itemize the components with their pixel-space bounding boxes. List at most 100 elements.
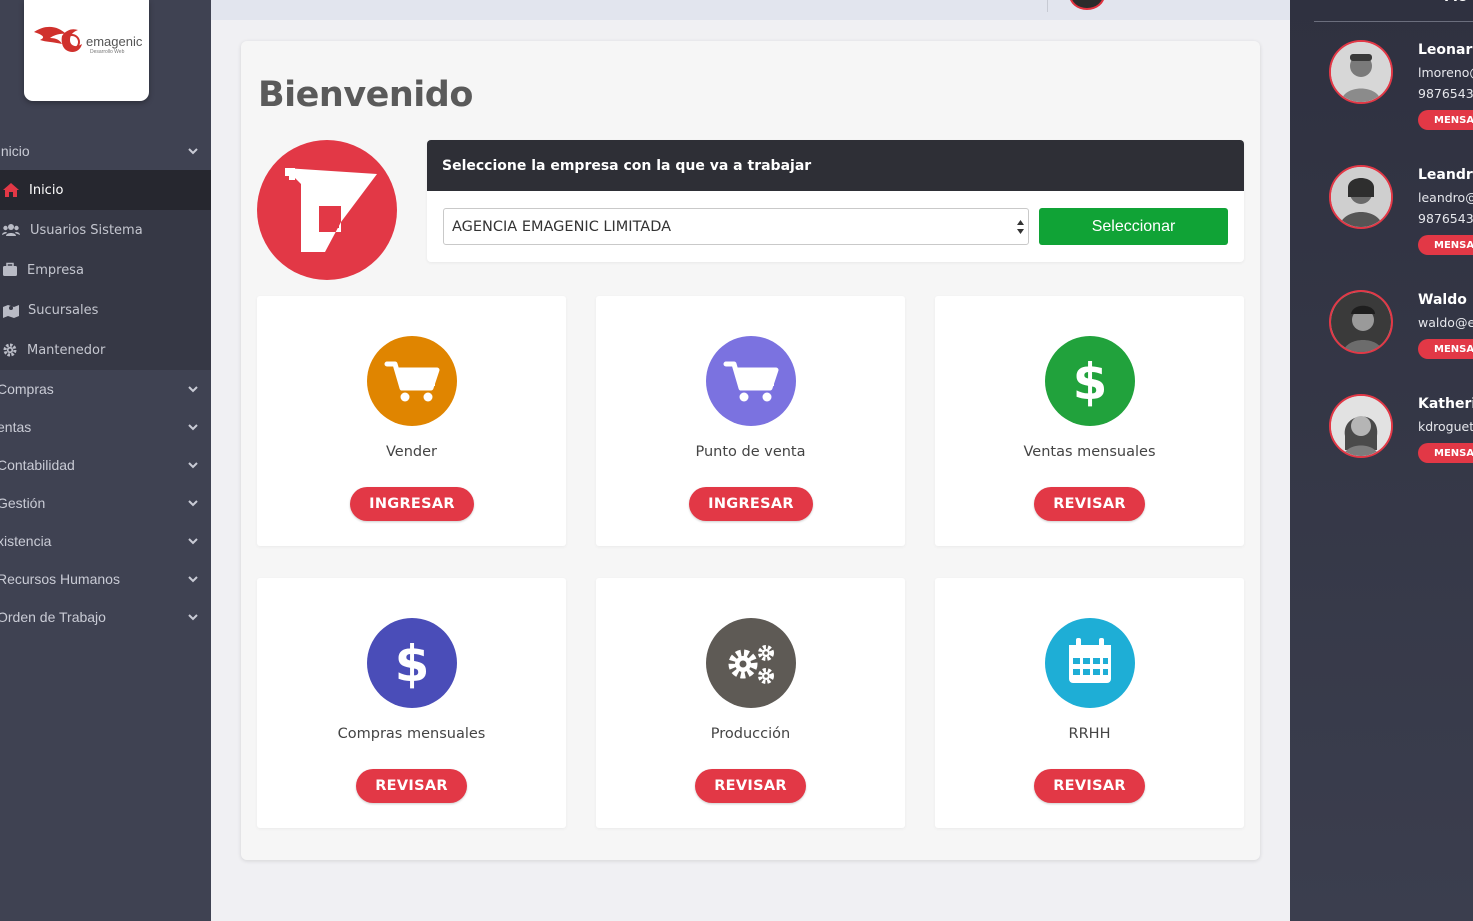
contact-item[interactable]: Leandro leandro@ 9876543 MENSA (1290, 165, 1473, 265)
revisar-button[interactable]: REVISAR (695, 769, 806, 803)
tile-icon-circle (706, 618, 796, 708)
user-avatar[interactable] (1069, 0, 1105, 10)
nav-group-label: Compras (0, 381, 54, 397)
tile-compras-mensuales: $ Compras mensuales REVISAR (257, 578, 566, 828)
contact-email: leandro@ (1418, 190, 1473, 205)
tile-icon-circle (1045, 618, 1135, 708)
message-button[interactable]: MENSA (1418, 110, 1473, 130)
nav-group-label: Contabilidad (0, 457, 75, 473)
tile-icon-circle: $ (1045, 336, 1135, 426)
company-select[interactable]: AGENCIA EMAGENIC LIMITADA (443, 208, 1029, 245)
contacts-panel-title: Mo (1444, 0, 1468, 5)
tile-rrhh: RRHH REVISAR (935, 578, 1244, 828)
company-logo (257, 140, 397, 280)
sidebar-item-empresa[interactable]: Empresa (0, 250, 211, 290)
message-button[interactable]: MENSA (1418, 339, 1473, 359)
tile-punto-de-venta: Punto de venta INGRESAR (596, 296, 905, 546)
nav-group-label: Orden de Trabajo (0, 609, 106, 625)
nav-group-inicio[interactable]: Inicio (0, 132, 211, 170)
sidebar-item-mantenedor[interactable]: Mantenedor (0, 330, 211, 370)
nav-group-existencia[interactable]: xistencia (0, 522, 211, 560)
company-logo-icon (285, 168, 377, 252)
contact-phone: 9876543 (1418, 211, 1473, 226)
select-company-button[interactable]: Seleccionar (1039, 208, 1228, 245)
sidebar-item-inicio[interactable]: Inicio (0, 170, 211, 210)
ingresar-button[interactable]: INGRESAR (689, 487, 813, 521)
gears-icon (728, 645, 774, 684)
sidebar-item-label: Empresa (27, 262, 84, 278)
brand-name: emagenic (86, 34, 143, 49)
nav-group-orden-de-trabajo[interactable]: Orden de Trabajo (0, 598, 211, 636)
sidebar-item-usuarios[interactable]: Usuarios Sistema (0, 210, 211, 250)
nav-group-label: xistencia (0, 533, 52, 549)
avatar-photo (1331, 167, 1391, 227)
tile-name: Vender (386, 444, 437, 460)
bird-logo-icon (34, 26, 82, 52)
sidebar-item-label: Sucursales (28, 302, 99, 318)
contact-email: kdroguet (1418, 419, 1473, 434)
topbar-divider (1047, 0, 1048, 12)
nav-group-contabilidad[interactable]: Contabilidad (0, 446, 211, 484)
chevron-down-icon (188, 576, 198, 583)
contact-item[interactable]: Leonardo lmoreno@ 9876543 MENSA (1290, 40, 1473, 140)
select-arrows-icon (1017, 220, 1024, 234)
tile-name: Compras mensuales (337, 726, 486, 742)
contact-item[interactable]: Katherin kdroguet MENSA (1290, 394, 1473, 494)
sidebar-item-label: Usuarios Sistema (30, 222, 143, 238)
contact-phone: 9876543 (1418, 86, 1473, 101)
chevron-down-icon (188, 148, 198, 155)
contact-name: Leonardo (1418, 42, 1473, 58)
brand-tagline: Desarrollo Web (90, 49, 125, 55)
cart-icon (384, 361, 440, 402)
contact-name: Waldo F (1418, 292, 1473, 308)
avatar (1329, 394, 1393, 458)
svg-text:$: $ (395, 635, 430, 693)
avatar-photo (1331, 396, 1391, 456)
ingresar-button[interactable]: INGRESAR (350, 487, 474, 521)
message-button[interactable]: MENSA (1418, 443, 1473, 463)
home-icon (3, 183, 19, 197)
chevron-down-icon (188, 538, 198, 545)
gear-icon (3, 343, 17, 357)
nav-group-gestion[interactable]: Gestión (0, 484, 211, 522)
sidebar-item-sucursales[interactable]: Sucursales (0, 290, 211, 330)
nav-group-label: Gestión (0, 495, 46, 511)
message-button[interactable]: MENSA (1418, 235, 1473, 255)
nav-group-label: Recursos Humanos (0, 571, 120, 587)
nav-group-label: entas (0, 419, 32, 435)
tile-vender: Vender INGRESAR (257, 296, 566, 546)
revisar-button[interactable]: REVISAR (1034, 769, 1145, 803)
nav-group-ventas[interactable]: entas (0, 408, 211, 446)
sidebar-item-label: Inicio (29, 182, 64, 198)
map-icon (3, 305, 19, 318)
tile-icon-circle: $ (367, 618, 457, 708)
company-select-panel: Seleccione la empresa con la que va a tr… (427, 140, 1244, 262)
chevron-down-icon (188, 386, 198, 393)
contact-name: Leandro (1418, 167, 1473, 183)
dollar-icon: $ (395, 635, 430, 693)
users-icon (2, 224, 20, 236)
tile-name: Ventas mensuales (1023, 444, 1156, 460)
sidebar-item-label: Mantenedor (27, 342, 106, 358)
svg-text:$: $ (1073, 353, 1108, 411)
brand-logo[interactable]: emagenic Desarrollo Web (24, 0, 149, 101)
page-title: Bienvenido (258, 75, 473, 115)
chevron-down-icon (188, 462, 198, 469)
revisar-button[interactable]: REVISAR (356, 769, 467, 803)
nav-group-compras[interactable]: Compras (0, 370, 211, 408)
tile-icon-circle (367, 336, 457, 426)
nav-group-recursos-humanos[interactable]: Recursos Humanos (0, 560, 211, 598)
divider (1314, 21, 1473, 22)
subnav-inicio: Inicio Usuarios Sistema Empresa Sucursal… (0, 170, 211, 370)
main-card: Bienvenido Seleccione la empresa con la … (241, 41, 1260, 860)
tile-produccion: Producción REVISAR (596, 578, 905, 828)
contact-name: Katherin (1418, 396, 1473, 412)
avatar (1329, 40, 1393, 104)
contacts-panel: Mo Leonardo lmoreno@ 9876543 MENSA Leand… (1290, 0, 1473, 921)
contact-email: lmoreno@ (1418, 65, 1473, 80)
tile-icon-circle (706, 336, 796, 426)
contact-item[interactable]: Waldo F waldo@e MENSA (1290, 290, 1473, 390)
revisar-button[interactable]: REVISAR (1034, 487, 1145, 521)
company-select-value: AGENCIA EMAGENIC LIMITADA (452, 218, 672, 235)
company-select-heading: Seleccione la empresa con la que va a tr… (427, 140, 1244, 191)
